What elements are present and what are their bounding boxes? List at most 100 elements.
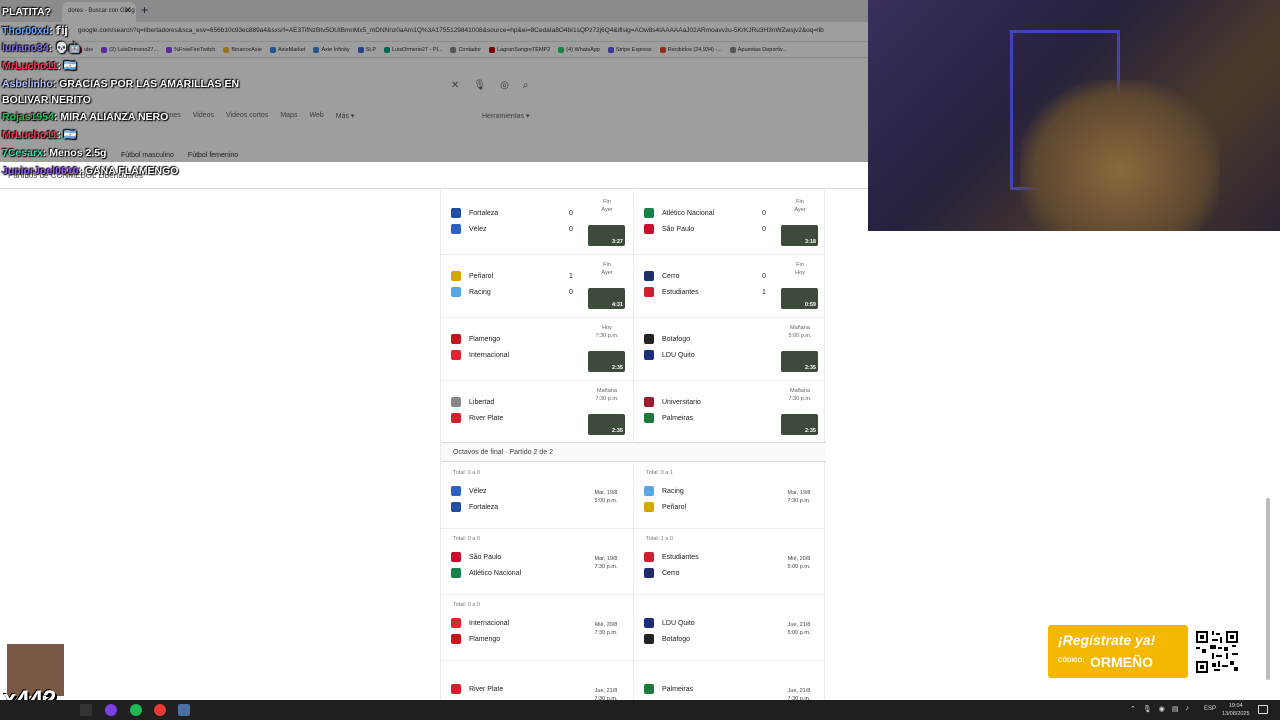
chat-message: 7Cesarx: Menos 2.5g xyxy=(2,146,106,160)
chat-message: luriano34: 💀🤖 xyxy=(2,41,81,55)
chrome-icon[interactable] xyxy=(154,704,166,716)
highlight-video-thumbnail[interactable]: 2:35 xyxy=(781,414,818,435)
fixture-tile[interactable]: Total: 0 a 0 São Paulo Atlético Nacional Ma… xyxy=(441,530,631,590)
promo-code-label: CÓDIGO: xyxy=(1058,658,1085,664)
away-score: 1 xyxy=(762,289,766,296)
match-status: Hoy 7:30 p.m. xyxy=(587,324,627,340)
chevron-up-icon[interactable]: ⌃ xyxy=(1130,705,1136,713)
video-duration: 2:35 xyxy=(804,365,816,371)
app-icon-purple[interactable] xyxy=(105,704,117,716)
page-scrollbar[interactable] xyxy=(1266,498,1270,680)
kickoff-datetime: Mar, 19/8 7:30 p.m. xyxy=(774,489,824,505)
team-name: Botafogo xyxy=(662,335,691,343)
status-label: Fin xyxy=(796,262,804,268)
chat-username: PLATITA? xyxy=(2,6,52,18)
highlight-video-thumbnail[interactable]: 3:18 xyxy=(781,225,818,246)
status-when: Ayer xyxy=(794,207,806,213)
chat-message: Thor00xd: 𝕗𝕚𝕛 xyxy=(2,24,68,38)
highlight-video-thumbnail[interactable]: 2:35 xyxy=(781,351,818,372)
team-name: Botafogo xyxy=(662,635,691,643)
chat-message: Asbelinho: GRACIAS POR LAS AMARILLAS EN xyxy=(2,77,239,91)
home-team: Vélez xyxy=(451,486,487,496)
match-tile[interactable]: Botafogo LDU Quito Mañana 5:00 p.m. 2:35 xyxy=(634,321,824,381)
team-name: River Plate xyxy=(469,414,504,422)
video-duration: 4:31 xyxy=(611,302,623,308)
team-name: Estudiantes xyxy=(662,553,699,561)
away-team: São Paulo xyxy=(644,224,694,234)
match-status: Fin Hoy xyxy=(780,261,820,277)
team-crest-icon xyxy=(451,287,461,297)
fixture-tile[interactable]: LDU Quito Botafogo Jue, 21/8 5:00 p.m. xyxy=(634,596,824,656)
match-tile[interactable]: Peñarol Racing 1 0 Fin Ayer 4:31 xyxy=(441,258,631,318)
team-name: Atlético Nacional xyxy=(662,209,715,217)
home-team: Universitario xyxy=(644,397,701,407)
highlight-video-thumbnail[interactable]: 0:59 xyxy=(781,288,818,309)
highlight-video-thumbnail[interactable]: 3:27 xyxy=(588,225,625,246)
network-icon[interactable]: ▤ xyxy=(1172,705,1179,713)
status-label: Mañana xyxy=(790,388,810,394)
aggregate-total: Total: 0 a 1 xyxy=(646,470,673,476)
chat-message: MrLucho11: 🇦🇷 xyxy=(2,128,77,142)
away-team: Cerro xyxy=(644,568,680,578)
highlight-video-thumbnail[interactable]: 2:35 xyxy=(588,351,625,372)
chat-message: MrLucho11: 🇦🇷 xyxy=(2,59,77,73)
team-name: Racing xyxy=(662,487,684,495)
clock[interactable]: 19:04 13/08/2025 xyxy=(1222,702,1250,718)
volume-icon[interactable]: ♪ xyxy=(1186,705,1190,713)
home-team: Internacional xyxy=(451,618,509,628)
kickoff-date: Jue, 21/8 xyxy=(787,622,811,628)
home-team: Libertad xyxy=(451,397,494,407)
match-tile[interactable]: Fortaleza Vélez 0 0 Fin Ayer 3:27 xyxy=(441,195,631,255)
fixture-tile[interactable]: Total: 0 a 0 Vélez Fortaleza Mar, 19/8 5:00 … xyxy=(441,464,631,524)
tray-app-icon[interactable]: ◉ xyxy=(1159,705,1165,713)
team-crest-icon xyxy=(644,287,654,297)
team-crest-icon xyxy=(644,334,654,344)
chat-text: BOLIVAR NERITO xyxy=(2,94,91,106)
chat-text: : MIRA ALIANZA NERO xyxy=(53,111,169,123)
home-team: Botafogo xyxy=(644,334,690,344)
match-tile[interactable]: Cerro Estudiantes 0 1 Fin Hoy 0:59 xyxy=(634,258,824,318)
chat-text: : Menos 2.5g xyxy=(42,147,107,159)
input-language[interactable]: ESP xyxy=(1204,706,1216,712)
fixture-tile[interactable]: Total: 0 a 0 Internacional Flamengo Mié, 20… xyxy=(441,596,631,656)
highlight-video-thumbnail[interactable]: 2:35 xyxy=(588,414,625,435)
notifications-icon[interactable] xyxy=(1258,705,1268,714)
status-label: Fin xyxy=(603,199,611,205)
promo-title: ¡Regístrate ya! xyxy=(1058,632,1156,648)
home-score: 0 xyxy=(762,273,766,280)
kickoff-date: Mar, 19/8 xyxy=(594,490,618,496)
highlight-video-thumbnail[interactable]: 4:31 xyxy=(588,288,625,309)
away-team: LDU Quito xyxy=(644,350,695,360)
match-tile[interactable]: Universitario Palmeiras Mañana 7:30 p.m. 2:3… xyxy=(634,384,824,444)
team-crest-icon xyxy=(644,486,654,496)
spotify-icon[interactable] xyxy=(130,704,142,716)
home-team: Racing xyxy=(644,486,684,496)
team-crest-icon xyxy=(451,552,461,562)
status-when: 7:30 p.m. xyxy=(595,396,619,402)
chat-text: : 🇦🇷 xyxy=(57,60,77,72)
status-when: Hoy xyxy=(795,270,805,276)
video-duration: 3:27 xyxy=(611,239,623,245)
team-name: Flamengo xyxy=(469,335,501,343)
status-when: 5:00 p.m. xyxy=(788,333,812,339)
team-crest-icon xyxy=(644,568,654,578)
team-name: Fortaleza xyxy=(469,503,499,511)
chat-text: : GRACIAS POR LAS AMARILLAS EN xyxy=(52,78,240,90)
fixture-tile[interactable]: Total: 0 a 1 Racing Peñarol Mar, 19/8 7:30 p… xyxy=(634,464,824,524)
match-tile[interactable]: Atlético Nacional São Paulo 0 0 Fin Ayer 3:18 xyxy=(634,195,824,255)
team-crest-icon xyxy=(644,224,654,234)
fixture-tile[interactable]: Total: 1 a 0 Estudiantes Cerro Mié, 20/8 5:0… xyxy=(634,530,824,590)
team-crest-icon xyxy=(644,413,654,423)
chat-username: Asbelinho xyxy=(2,78,53,90)
match-tile[interactable]: Libertad River Plate Mañana 7:30 p.m. 2:35 xyxy=(441,384,631,444)
status-label: Fin xyxy=(796,199,804,205)
team-crest-icon xyxy=(644,618,654,628)
home-score: 0 xyxy=(762,210,766,217)
taskview-icon[interactable] xyxy=(80,704,92,716)
file-app-icon[interactable] xyxy=(178,704,190,716)
team-name: Peñarol xyxy=(469,272,494,280)
promo-code: ORMEÑO xyxy=(1090,654,1153,670)
microphone-icon[interactable]: 🎙 xyxy=(1143,705,1152,713)
aggregate-total: Total: 0 a 0 xyxy=(453,602,480,608)
match-tile[interactable]: Flamengo Internacional Hoy 7:30 p.m. 2:35 xyxy=(441,321,631,381)
